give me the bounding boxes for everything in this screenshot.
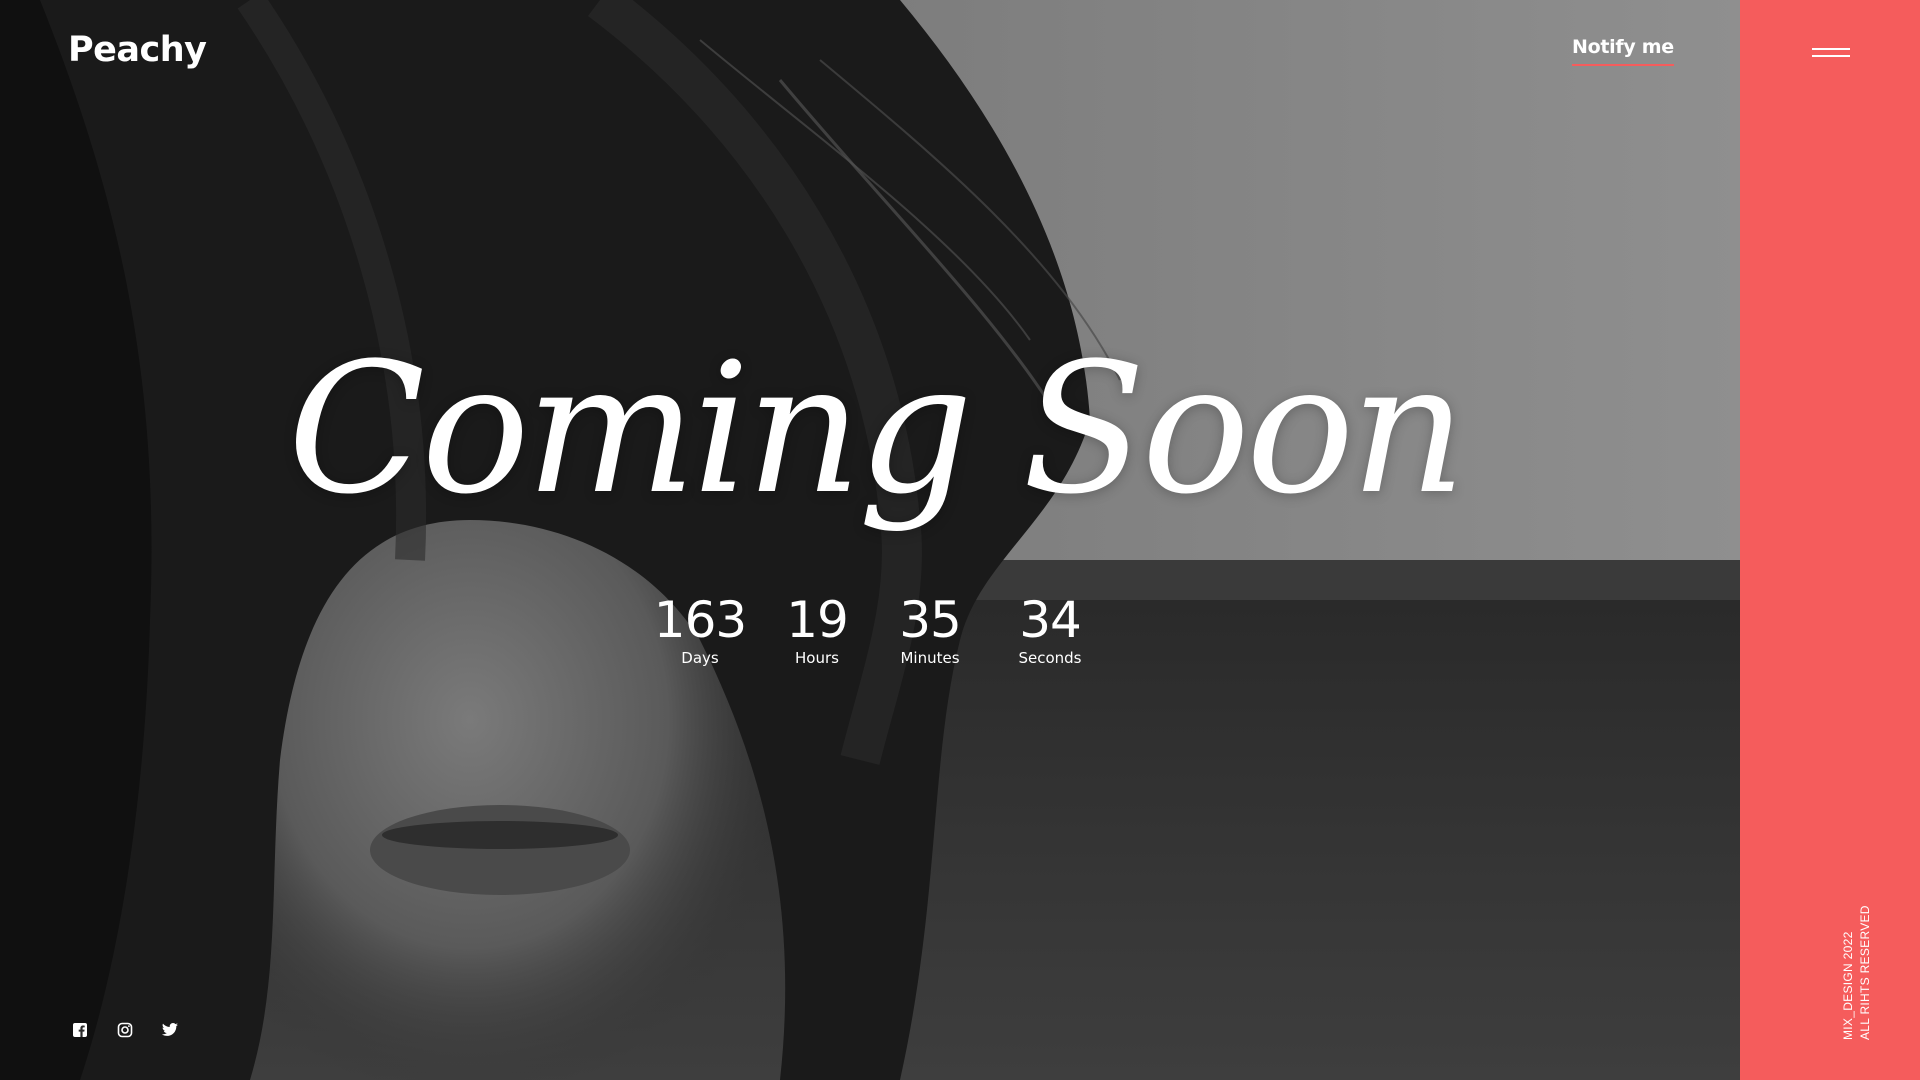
menu-hamburger-icon[interactable] [1810, 42, 1854, 62]
countdown-seconds-value: 34 [1019, 591, 1082, 649]
countdown-days: 163 Days [640, 592, 760, 668]
instagram-icon[interactable] [117, 1022, 135, 1040]
countdown-seconds: 34 Seconds [990, 592, 1110, 668]
countdown-minutes: 35 Minutes [870, 592, 990, 668]
countdown-days-value: 163 [653, 591, 747, 649]
coming-soon-title: Coming Soon [287, 325, 1467, 534]
copyright-line-2: ALL RIHTS RESERVED [1858, 905, 1872, 1040]
side-panel: MIX_DESIGN 2022 ALL RIHTS RESERVED [1740, 0, 1920, 1080]
countdown-hours-label: Hours [795, 649, 839, 667]
countdown-hours: 19 Hours [757, 592, 877, 668]
notify-me-link[interactable]: Notify me [1572, 36, 1674, 66]
countdown-days-label: Days [681, 649, 719, 667]
twitter-icon[interactable] [161, 1022, 179, 1040]
brand-logo[interactable]: Peachy [68, 30, 207, 70]
menu-line [1812, 55, 1850, 57]
countdown-seconds-label: Seconds [1018, 649, 1082, 667]
countdown-timer: 163 Days 19 Hours 35 Minutes 34 Seconds [640, 592, 1100, 672]
countdown-hours-value: 19 [786, 591, 849, 649]
countdown-minutes-value: 35 [899, 591, 962, 649]
coming-soon-page: Peachy Notify me Coming Soon 163 Days 19… [0, 0, 1920, 1080]
facebook-icon[interactable] [72, 1022, 90, 1040]
copyright-notice: MIX_DESIGN 2022 ALL RIHTS RESERVED [1840, 905, 1874, 1040]
countdown-minutes-label: Minutes [900, 649, 960, 667]
copyright-line-1: MIX_DESIGN 2022 [1841, 931, 1855, 1040]
menu-line [1812, 48, 1850, 50]
